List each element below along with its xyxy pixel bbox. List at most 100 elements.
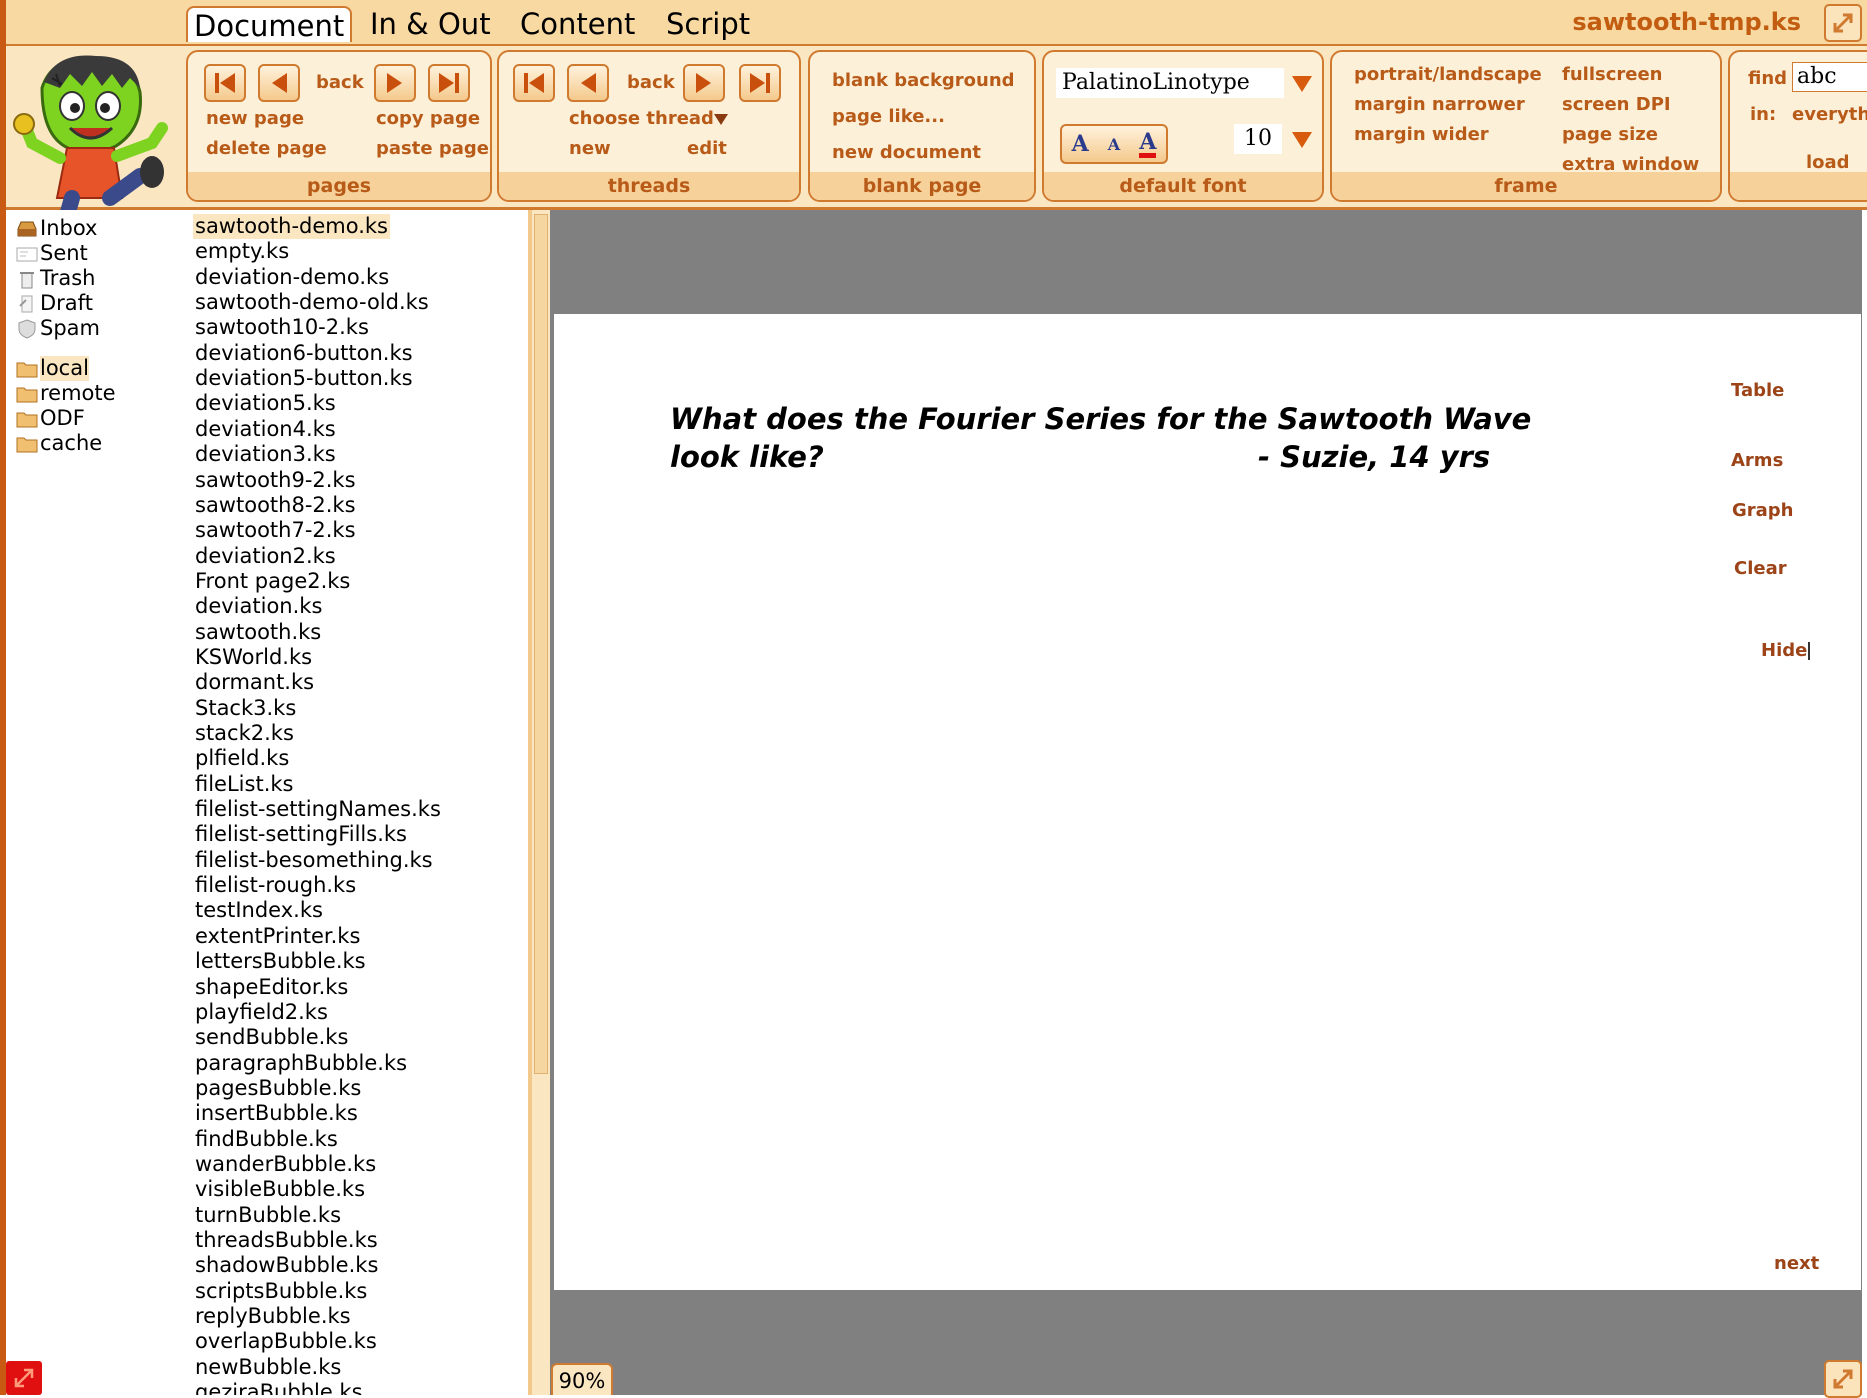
file-list-item[interactable]: deviation4.ks bbox=[193, 417, 338, 442]
file-list-item[interactable]: sawtooth.ks bbox=[193, 620, 323, 645]
file-list-item[interactable]: overlapBubble.ks bbox=[193, 1329, 379, 1354]
folder-remote[interactable]: remote bbox=[16, 381, 116, 406]
fullscreen-button[interactable]: fullscreen bbox=[1562, 64, 1662, 85]
document-page[interactable]: What does the Fourier Series for the Saw… bbox=[554, 314, 1861, 1290]
graph-link[interactable]: Graph bbox=[1732, 500, 1794, 521]
font-larger-button[interactable]: A bbox=[1072, 131, 1089, 157]
scrollbar-thumb[interactable] bbox=[534, 214, 548, 1074]
file-list-item[interactable]: scriptsBubble.ks bbox=[193, 1279, 369, 1304]
pages-back-button[interactable]: back bbox=[316, 72, 364, 93]
file-list-item[interactable]: filelist-besomething.ks bbox=[193, 848, 435, 873]
file-list-item[interactable]: Stack3.ks bbox=[193, 696, 298, 721]
new-thread-button[interactable]: new bbox=[569, 138, 611, 159]
window-resize-button[interactable] bbox=[6, 1361, 42, 1395]
file-list-item[interactable]: findBubble.ks bbox=[193, 1127, 340, 1152]
file-list-item[interactable]: shapeEditor.ks bbox=[193, 975, 350, 1000]
threads-back-button[interactable]: back bbox=[627, 72, 675, 93]
clear-link[interactable]: Clear bbox=[1734, 558, 1787, 579]
file-list-item[interactable]: threadsBubble.ks bbox=[193, 1228, 380, 1253]
find-scope-selector[interactable]: everyth bbox=[1792, 104, 1867, 125]
paste-page-button[interactable]: paste page bbox=[376, 138, 489, 159]
file-list-item[interactable]: deviation5-button.ks bbox=[193, 366, 415, 391]
margin-wider-button[interactable]: margin wider bbox=[1354, 124, 1489, 145]
file-list-item[interactable]: deviation6-button.ks bbox=[193, 341, 415, 366]
file-list-item[interactable]: replyBubble.ks bbox=[193, 1304, 353, 1329]
file-list-item[interactable]: pagesBubble.ks bbox=[193, 1076, 363, 1101]
folder-trash[interactable]: Trash bbox=[16, 266, 96, 291]
last-thread-button[interactable] bbox=[739, 64, 781, 102]
expand-window-button[interactable] bbox=[1824, 4, 1862, 42]
font-color-button[interactable]: A bbox=[1139, 131, 1157, 158]
file-list-item[interactable]: dormant.ks bbox=[193, 670, 316, 695]
previous-thread-button[interactable] bbox=[567, 64, 609, 102]
file-list-item[interactable]: insertBubble.ks bbox=[193, 1101, 360, 1126]
first-thread-button[interactable] bbox=[513, 64, 555, 102]
file-list-item[interactable]: deviation3.ks bbox=[193, 442, 338, 467]
file-list-item[interactable]: lettersBubble.ks bbox=[193, 949, 368, 974]
file-list-item[interactable]: sawtooth7-2.ks bbox=[193, 518, 358, 543]
copy-page-button[interactable]: copy page bbox=[376, 108, 480, 129]
hide-link[interactable]: Hide bbox=[1761, 640, 1811, 661]
margin-narrower-button[interactable]: margin narrower bbox=[1354, 94, 1525, 115]
font-name-field[interactable]: PalatinoLinotype bbox=[1056, 68, 1284, 98]
file-list-item[interactable]: deviation5.ks bbox=[193, 391, 338, 416]
folder-cache[interactable]: cache bbox=[16, 431, 102, 456]
canvas-expand-button[interactable] bbox=[1824, 1360, 1862, 1398]
tab-content[interactable]: Content bbox=[514, 6, 641, 42]
file-list-item[interactable]: geziraBubble.ks bbox=[193, 1380, 365, 1395]
font-dropdown-icon[interactable] bbox=[1292, 76, 1312, 92]
file-list-item[interactable]: sawtooth8-2.ks bbox=[193, 493, 358, 518]
file-list-item[interactable]: sawtooth9-2.ks bbox=[193, 468, 358, 493]
tab-script[interactable]: Script bbox=[660, 6, 756, 42]
folder-draft[interactable]: Draft bbox=[16, 291, 93, 316]
file-list-item[interactable]: empty.ks bbox=[193, 239, 291, 264]
edit-thread-button[interactable]: edit bbox=[687, 138, 727, 159]
delete-page-button[interactable]: delete page bbox=[206, 138, 327, 159]
file-list-item[interactable]: visibleBubble.ks bbox=[193, 1177, 367, 1202]
file-list-item[interactable]: newBubble.ks bbox=[193, 1355, 343, 1380]
new-document-button[interactable]: new document bbox=[832, 142, 981, 163]
font-size-dropdown-icon[interactable] bbox=[1292, 132, 1312, 148]
file-list-item[interactable]: wanderBubble.ks bbox=[193, 1152, 378, 1177]
previous-page-button[interactable] bbox=[258, 64, 300, 102]
blank-background-button[interactable]: blank background bbox=[832, 70, 1015, 91]
file-list-item[interactable]: paragraphBubble.ks bbox=[193, 1051, 409, 1076]
tab-in-out[interactable]: In & Out bbox=[364, 6, 497, 42]
table-link[interactable]: Table bbox=[1731, 380, 1784, 401]
file-list-item[interactable]: sendBubble.ks bbox=[193, 1025, 350, 1050]
file-list-item[interactable]: sawtooth-demo.ks bbox=[193, 214, 390, 239]
page-size-button[interactable]: page size bbox=[1562, 124, 1658, 145]
folder-local[interactable]: local bbox=[16, 356, 89, 381]
file-list-item[interactable]: shadowBubble.ks bbox=[193, 1253, 380, 1278]
file-list-item[interactable]: filelist-settingNames.ks bbox=[193, 797, 443, 822]
next-link[interactable]: next bbox=[1774, 1253, 1819, 1274]
file-list-item[interactable]: KSWorld.ks bbox=[193, 645, 314, 670]
find-input[interactable]: abc bbox=[1792, 62, 1867, 92]
folder-spam[interactable]: Spam bbox=[16, 316, 100, 341]
file-list-item[interactable]: stack2.ks bbox=[193, 721, 296, 746]
page-like-button[interactable]: page like... bbox=[832, 106, 945, 127]
file-list-item[interactable]: deviation-demo.ks bbox=[193, 265, 391, 290]
first-page-button[interactable] bbox=[204, 64, 246, 102]
arms-link[interactable]: Arms bbox=[1731, 450, 1783, 471]
file-list-item[interactable]: turnBubble.ks bbox=[193, 1203, 343, 1228]
file-list-item[interactable]: fileList.ks bbox=[193, 772, 295, 797]
font-smaller-button[interactable]: A bbox=[1108, 135, 1120, 154]
folder-odf[interactable]: ODF bbox=[16, 406, 85, 431]
file-list-item[interactable]: extentPrinter.ks bbox=[193, 924, 362, 949]
font-size-field[interactable]: 10 bbox=[1234, 124, 1282, 154]
file-list-item[interactable]: Front page2.ks bbox=[193, 569, 352, 594]
file-list-item[interactable]: playfield2.ks bbox=[193, 1000, 330, 1025]
next-thread-button[interactable] bbox=[683, 64, 725, 102]
file-list-item[interactable]: filelist-settingFills.ks bbox=[193, 822, 409, 847]
portrait-landscape-button[interactable]: portrait/landscape bbox=[1354, 64, 1542, 85]
load-button[interactable]: load bbox=[1806, 152, 1850, 173]
file-list-item[interactable]: testIndex.ks bbox=[193, 898, 325, 923]
tab-document[interactable]: Document bbox=[186, 6, 353, 43]
folder-sent[interactable]: Sent bbox=[16, 241, 88, 266]
last-page-button[interactable] bbox=[428, 64, 470, 102]
file-list-scrollbar[interactable] bbox=[532, 210, 550, 1395]
next-page-button[interactable] bbox=[374, 64, 416, 102]
folder-inbox[interactable]: Inbox bbox=[16, 216, 97, 241]
file-list-item[interactable]: deviation.ks bbox=[193, 594, 324, 619]
